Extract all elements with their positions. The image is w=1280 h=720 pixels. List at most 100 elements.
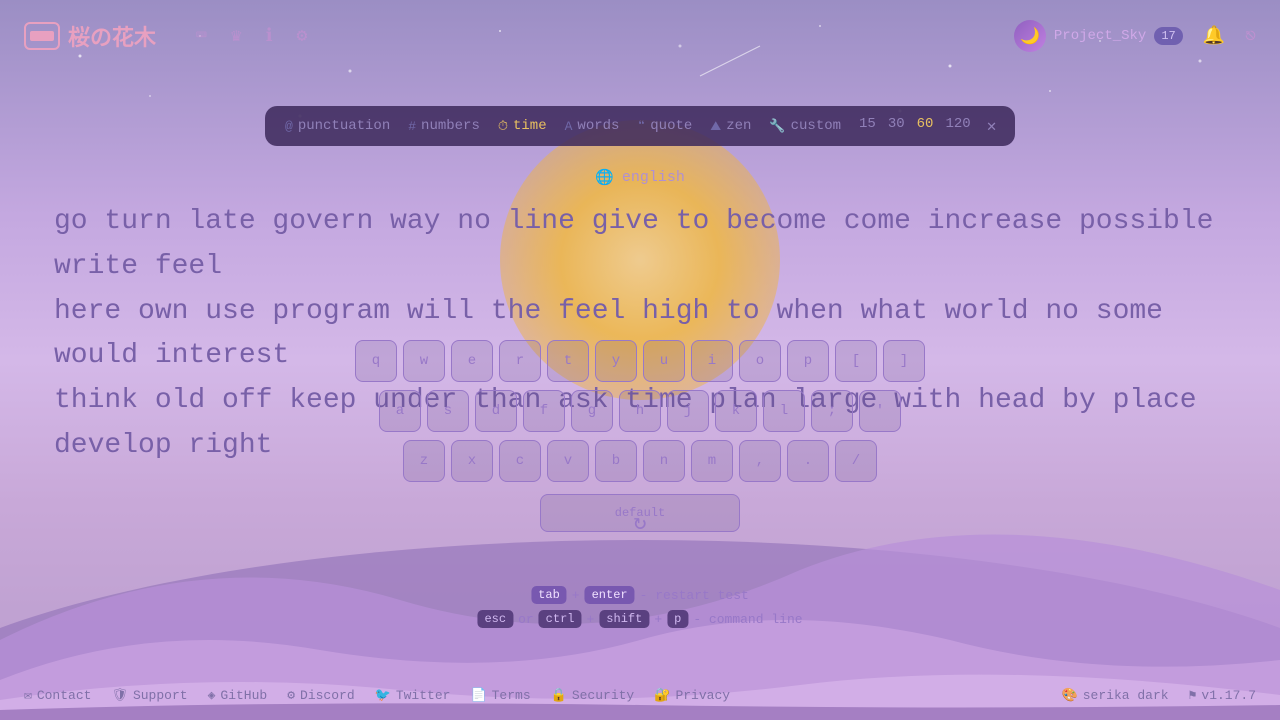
version-label: v1.17.7	[1201, 688, 1256, 703]
reload-icon: ↻	[633, 511, 646, 536]
footer: ✉ Contact 🛡 Support ◈ GitHub ⚙ Discord 🐦…	[0, 670, 1280, 720]
key-q[interactable]: q	[355, 340, 397, 382]
key-x[interactable]: x	[451, 440, 493, 482]
avatar: 🌙	[1014, 20, 1046, 52]
punctuation-prefix: @	[285, 119, 293, 134]
privacy-label: Privacy	[675, 688, 730, 703]
footer-links: ✉ Contact 🛡 Support ◈ GitHub ⚙ Discord 🐦…	[24, 688, 730, 703]
notification-bell-icon[interactable]: 🔔	[1203, 25, 1225, 47]
key-l[interactable]: l	[763, 390, 805, 432]
footer-support[interactable]: 🛡 Support	[111, 688, 187, 703]
key-u[interactable]: u	[643, 340, 685, 382]
key-h[interactable]: h	[619, 390, 661, 432]
footer-github[interactable]: ◈ GitHub	[208, 688, 268, 703]
key-n[interactable]: n	[643, 440, 685, 482]
key-e[interactable]: e	[451, 340, 493, 382]
logout-icon[interactable]: ⎋	[1245, 25, 1256, 47]
version-display[interactable]: ⚑ v1.17.7	[1189, 688, 1256, 703]
globe-icon: 🌐	[595, 168, 614, 187]
typing-line-1: go turn late govern way no line give to …	[54, 200, 1226, 290]
toolbar-close-icon[interactable]: ✕	[987, 116, 997, 136]
key-f[interactable]: f	[523, 390, 565, 432]
zen-prefix: ⛰	[710, 119, 721, 134]
key-c[interactable]: c	[499, 440, 541, 482]
tab-key: tab	[531, 586, 567, 604]
key-s[interactable]: s	[427, 390, 469, 432]
footer-security[interactable]: 🔒 Security	[551, 688, 635, 703]
keyboard-row-1: q w e r t y u i o p [ ]	[355, 340, 925, 382]
footer-twitter[interactable]: 🐦 Twitter	[375, 688, 451, 703]
plus-3: +	[654, 612, 662, 627]
key-d[interactable]: d	[475, 390, 517, 432]
key-a[interactable]: a	[379, 390, 421, 432]
key-semicolon[interactable]: ;	[811, 390, 853, 432]
keyboard-nav-icon[interactable]: ⌨	[196, 25, 207, 47]
toolbar-quote[interactable]: ❝ quote	[637, 118, 692, 134]
key-r[interactable]: r	[499, 340, 541, 382]
key-o[interactable]: o	[739, 340, 781, 382]
toolbar-punctuation[interactable]: @ punctuation	[285, 118, 390, 134]
key-comma[interactable]: ,	[739, 440, 781, 482]
key-t[interactable]: t	[547, 340, 589, 382]
shortcut-line-2: esc or ctrl + shift + p - command line	[477, 610, 802, 628]
theme-selector[interactable]: 🎨 serika dark	[1062, 688, 1169, 703]
github-icon: ◈	[208, 688, 216, 703]
toolbar-time[interactable]: ⏱ time	[498, 118, 547, 134]
toolbar-numbers[interactable]: # numbers	[408, 118, 480, 134]
key-rbracket[interactable]: ]	[883, 340, 925, 382]
words-label: words	[577, 118, 619, 134]
language-selector[interactable]: 🌐 english	[595, 168, 685, 187]
key-y[interactable]: y	[595, 340, 637, 382]
words-prefix: A	[565, 119, 573, 134]
key-k[interactable]: k	[715, 390, 757, 432]
logo-keyboard-icon	[30, 31, 54, 41]
shortcuts-display: tab + enter - restart test esc or ctrl +…	[477, 586, 802, 634]
toolbar-custom[interactable]: 🔧 custom	[769, 118, 841, 134]
logo[interactable]: 桜の花木	[24, 20, 156, 52]
time-label: time	[513, 118, 547, 134]
user-info[interactable]: 🌙 Project_Sky 17	[1014, 20, 1183, 52]
key-v[interactable]: v	[547, 440, 589, 482]
email-icon: ✉	[24, 688, 32, 703]
esc-key: esc	[477, 610, 513, 628]
custom-prefix: 🔧	[769, 119, 785, 134]
terms-icon: 📄	[470, 688, 486, 703]
toolbar-words[interactable]: A words	[565, 118, 620, 134]
logo-icon	[24, 22, 60, 50]
terms-label: Terms	[492, 688, 531, 703]
keyboard-row-3: z x c v b n m , . /	[403, 440, 877, 482]
language-label: english	[622, 169, 685, 186]
time-60[interactable]: 60	[917, 116, 934, 136]
key-lbracket[interactable]: [	[835, 340, 877, 382]
key-m[interactable]: m	[691, 440, 733, 482]
key-quote[interactable]: '	[859, 390, 901, 432]
key-slash[interactable]: /	[835, 440, 877, 482]
quote-label: quote	[650, 118, 692, 134]
key-b[interactable]: b	[595, 440, 637, 482]
leaderboard-nav-icon[interactable]: ♛	[231, 25, 242, 47]
info-nav-icon[interactable]: ℹ	[266, 25, 273, 47]
key-i[interactable]: i	[691, 340, 733, 382]
footer-discord[interactable]: ⚙ Discord	[287, 688, 354, 703]
footer-contact[interactable]: ✉ Contact	[24, 688, 91, 703]
restart-text: - restart test	[640, 588, 749, 603]
time-prefix: ⏱	[498, 119, 508, 134]
key-w[interactable]: w	[403, 340, 445, 382]
time-120[interactable]: 120	[945, 116, 970, 136]
discord-label: Discord	[300, 688, 355, 703]
time-30[interactable]: 30	[888, 116, 905, 136]
key-j[interactable]: j	[667, 390, 709, 432]
toolbar-zen[interactable]: ⛰ zen	[710, 118, 751, 134]
main-nav: ⌨ ♛ ℹ ⚙	[196, 25, 307, 47]
key-period[interactable]: .	[787, 440, 829, 482]
key-g[interactable]: g	[571, 390, 613, 432]
footer-privacy[interactable]: 🔐 Privacy	[654, 688, 730, 703]
plus-1: +	[572, 588, 580, 603]
footer-terms[interactable]: 📄 Terms	[470, 688, 530, 703]
time-15[interactable]: 15	[859, 116, 876, 136]
reload-button[interactable]: ↻	[633, 510, 646, 536]
settings-nav-icon[interactable]: ⚙	[297, 25, 308, 47]
key-z[interactable]: z	[403, 440, 445, 482]
key-p[interactable]: p	[787, 340, 829, 382]
contact-label: Contact	[37, 688, 92, 703]
